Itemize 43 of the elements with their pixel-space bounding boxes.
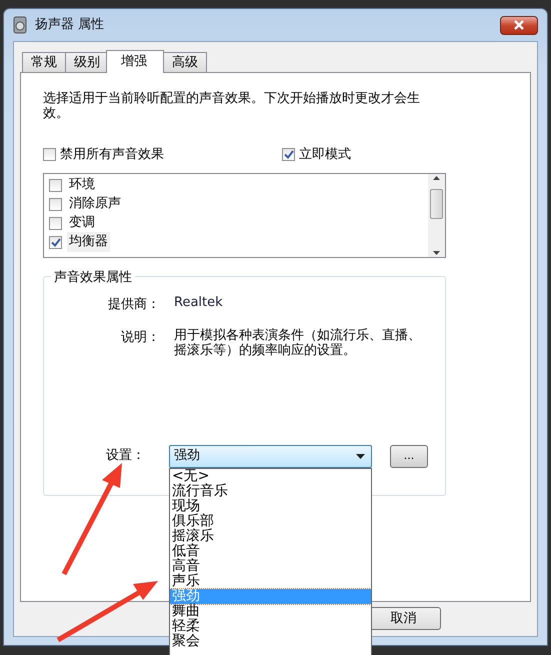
dropdown-option[interactable]: 聚会 (170, 634, 371, 648)
effect-item[interactable]: 环境 (67, 175, 97, 195)
dropdown-option[interactable]: 流行音乐 (170, 484, 371, 498)
dropdown-option[interactable]: 摇滚乐 (170, 528, 371, 544)
effects-list[interactable]: 环境 消除原声 变调 均衡器 (43, 172, 446, 258)
dropdown-option[interactable]: 现场 (170, 498, 371, 514)
tab[interactable]: 高级 (163, 52, 207, 72)
tab[interactable]: 常规 (22, 52, 66, 72)
dropdown-arrow-icon (356, 454, 365, 458)
checkbox[interactable] (49, 178, 62, 192)
checkbox[interactable] (49, 236, 62, 248)
checkbox-label[interactable]: 禁用所有声音效果 (60, 145, 164, 164)
effect-item[interactable]: 变调 (67, 213, 97, 233)
intro-text: 选择适用于当前聆听配置的声音效果。下次开始播放时更改才会生效。 (43, 91, 421, 121)
setting-value: 强劲 (174, 447, 201, 466)
dropdown-option[interactable]: 俱乐部 (170, 514, 371, 528)
tab[interactable]: 级别 (65, 52, 109, 72)
effect-item[interactable]: 消除原声 (67, 194, 123, 214)
dropdown-option[interactable]: 低音 (170, 544, 371, 558)
scrollbar[interactable] (428, 174, 445, 256)
more-button[interactable]: ... (390, 444, 428, 468)
speaker-icon (13, 16, 27, 34)
provider-value: Realtek (174, 294, 224, 312)
close-button[interactable] (500, 16, 538, 34)
effect-item[interactable]: 均衡器 (67, 232, 110, 252)
dropdown-option[interactable]: <无> (170, 468, 371, 484)
dropdown-option[interactable]: 声乐 (170, 574, 371, 588)
scroll-down-icon[interactable] (433, 250, 440, 254)
checkbox[interactable] (282, 148, 295, 162)
description-label: 说明： (120, 329, 161, 347)
scroll-up-icon[interactable] (433, 176, 440, 180)
scroll-thumb[interactable] (430, 189, 443, 219)
provider-label: 提供商： (107, 296, 161, 314)
description-text: 用于模拟各种表演条件（如流行乐、直播、摇滚乐等）的频率响应的设置。 (174, 328, 422, 358)
window-title: 扬声器 属性 (35, 16, 104, 34)
checkbox[interactable] (49, 216, 62, 230)
checkbox[interactable] (43, 148, 56, 162)
tab[interactable]: 增强 (106, 50, 164, 73)
dropdown-option[interactable]: 高音 (170, 558, 371, 574)
checkbox-label[interactable]: 立即模式 (299, 145, 351, 164)
setting-label: 设置： (105, 447, 146, 466)
checkbox[interactable] (49, 198, 62, 210)
close-icon (513, 20, 525, 30)
